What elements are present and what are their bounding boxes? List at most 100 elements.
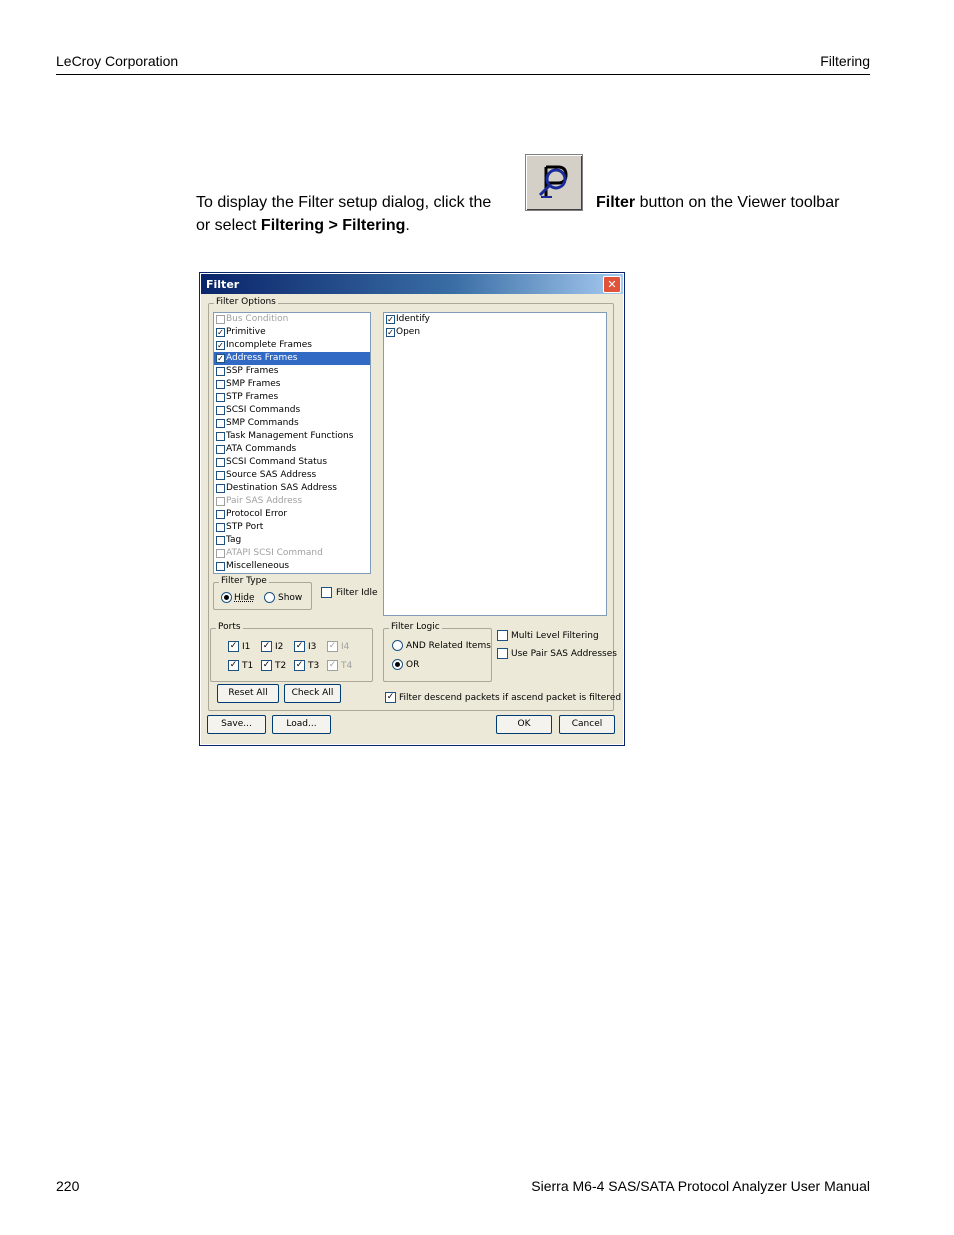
ok-button[interactable]: OK — [496, 715, 552, 734]
list-item[interactable]: Task Management Functions — [214, 430, 370, 443]
list-item-label: Miscelleneous — [226, 561, 290, 571]
list-item[interactable]: SMP Commands — [214, 417, 370, 430]
list-item[interactable]: ✓ Open — [384, 326, 606, 339]
list-item[interactable]: Miscelleneous — [214, 560, 370, 573]
menu-path: Filtering > Filtering — [260, 217, 406, 234]
list-item-checkbox[interactable] — [216, 445, 225, 454]
list-item-label: Primitive — [226, 327, 266, 337]
close-icon[interactable]: ✕ — [603, 276, 621, 293]
port-checkbox[interactable]: ✓ — [228, 641, 239, 652]
list-item-checkbox[interactable] — [216, 510, 225, 519]
filter-category-list[interactable]: Bus Condition ✓ Primitive ✓ Incomplete Frame… — [213, 312, 371, 574]
list-item[interactable]: Bus Condition — [214, 313, 370, 326]
use-pair-sas-label: Use Pair SAS Addresses — [511, 649, 617, 659]
list-item-checkbox[interactable] — [216, 536, 225, 545]
port-checkbox[interactable]: ✓ — [294, 641, 305, 652]
port-checkbox[interactable]: ✓ — [294, 660, 305, 671]
multi-level-filtering-label: Multi Level Filtering — [511, 631, 599, 641]
list-item-label: STP Frames — [226, 392, 279, 402]
check-all-button[interactable]: Check All — [284, 684, 341, 703]
list-item-label: Incomplete Frames — [226, 340, 312, 350]
hide-radio-label: Hide — [234, 593, 255, 603]
list-item-checkbox[interactable] — [216, 315, 225, 324]
list-item-checkbox[interactable] — [216, 393, 225, 402]
list-item-checkbox[interactable] — [216, 419, 225, 428]
port-label: T3 — [308, 661, 320, 671]
port-label: T1 — [242, 661, 254, 671]
list-item-checkbox[interactable]: ✓ — [386, 328, 395, 337]
filter-idle-checkbox[interactable] — [321, 587, 332, 598]
list-item-checkbox[interactable] — [216, 549, 225, 558]
list-item[interactable]: SMP Frames — [214, 378, 370, 391]
port-checkbox: ✓ — [327, 660, 338, 671]
list-item-label: SMP Frames — [226, 379, 281, 389]
list-item-checkbox[interactable]: ✓ — [386, 315, 395, 324]
list-item-checkbox[interactable]: ✓ — [216, 328, 225, 337]
list-item-checkbox[interactable] — [216, 458, 225, 467]
list-item[interactable]: ✓ Address Frames — [214, 352, 370, 365]
port-checkbox[interactable]: ✓ — [261, 660, 272, 671]
port-checkbox[interactable]: ✓ — [228, 660, 239, 671]
list-item-label: Address Frames — [226, 353, 298, 363]
load-button[interactable]: Load... — [272, 715, 331, 734]
list-item[interactable]: ✓ Incomplete Frames — [214, 339, 370, 352]
dialog-titlebar[interactable]: Filter ✕ — [201, 274, 623, 294]
list-item[interactable]: SSP Frames — [214, 365, 370, 378]
port-label: I2 — [275, 642, 284, 652]
header-rule — [56, 74, 870, 75]
filter-type-legend: Filter Type — [219, 576, 269, 586]
list-item-label: Identify — [396, 314, 430, 324]
cancel-button[interactable]: Cancel — [559, 715, 615, 734]
list-item[interactable]: Protocol Error — [214, 508, 370, 521]
hide-radio[interactable] — [221, 592, 232, 603]
list-item[interactable]: Source SAS Address — [214, 469, 370, 482]
list-item-checkbox[interactable] — [216, 484, 225, 493]
port-label: T4 — [341, 661, 353, 671]
list-item-checkbox[interactable] — [216, 523, 225, 532]
reset-all-button[interactable]: Reset All — [217, 684, 279, 703]
list-item[interactable]: STP Port — [214, 521, 370, 534]
list-item[interactable]: SCSI Commands — [214, 404, 370, 417]
filter-logic-legend: Filter Logic — [389, 622, 442, 632]
multi-level-filtering-checkbox[interactable] — [497, 630, 508, 641]
line2-suffix: . — [405, 217, 410, 234]
list-item[interactable]: Pair SAS Address — [214, 495, 370, 508]
list-item[interactable]: Destination SAS Address — [214, 482, 370, 495]
show-radio[interactable] — [264, 592, 275, 603]
port-checkbox[interactable]: ✓ — [261, 641, 272, 652]
list-item[interactable]: ✓ Primitive — [214, 326, 370, 339]
and-related-items-label: AND Related Items — [406, 641, 491, 651]
list-item-checkbox[interactable] — [216, 562, 225, 571]
port-checkbox: ✓ — [327, 641, 338, 652]
list-item[interactable]: ATA Commands — [214, 443, 370, 456]
and-related-items-radio[interactable] — [392, 640, 403, 651]
instruction-text-after-wrap: Filter button on the Viewer toolbar — [596, 191, 839, 214]
instruction-line-2: or select Filtering > Filtering. — [196, 214, 876, 237]
list-item-label: ATA Commands — [226, 444, 297, 454]
filter-subitem-list[interactable]: ✓ Identify ✓ Open — [383, 312, 607, 616]
filter-options-legend: Filter Options — [214, 297, 278, 307]
list-item-checkbox[interactable] — [216, 497, 225, 506]
list-item[interactable]: SCSI Command Status — [214, 456, 370, 469]
filter-descend-checkbox[interactable]: ✓ — [385, 692, 396, 703]
or-radio[interactable] — [392, 659, 403, 670]
list-item-checkbox[interactable] — [216, 471, 225, 480]
list-item-checkbox[interactable]: ✓ — [216, 341, 225, 350]
filter-dialog: Filter ✕ Filter Options Bus Condition ✓ Pr… — [199, 272, 625, 746]
port-label: I3 — [308, 642, 317, 652]
list-item-label: Bus Condition — [226, 314, 289, 324]
port-label: I1 — [242, 642, 251, 652]
list-item[interactable]: ATAPI SCSI Command — [214, 547, 370, 560]
instruction-text-before: To display the Filter setup dialog, clic… — [196, 194, 492, 211]
list-item-checkbox[interactable] — [216, 432, 225, 441]
list-item-checkbox[interactable]: ✓ — [216, 354, 225, 363]
save-button[interactable]: Save... — [207, 715, 266, 734]
list-item-label: Tag — [226, 535, 242, 545]
list-item-checkbox[interactable] — [216, 367, 225, 376]
list-item[interactable]: STP Frames — [214, 391, 370, 404]
use-pair-sas-checkbox[interactable] — [497, 648, 508, 659]
list-item[interactable]: Tag — [214, 534, 370, 547]
list-item-checkbox[interactable] — [216, 406, 225, 415]
list-item[interactable]: ✓ Identify — [384, 313, 606, 326]
list-item-checkbox[interactable] — [216, 380, 225, 389]
